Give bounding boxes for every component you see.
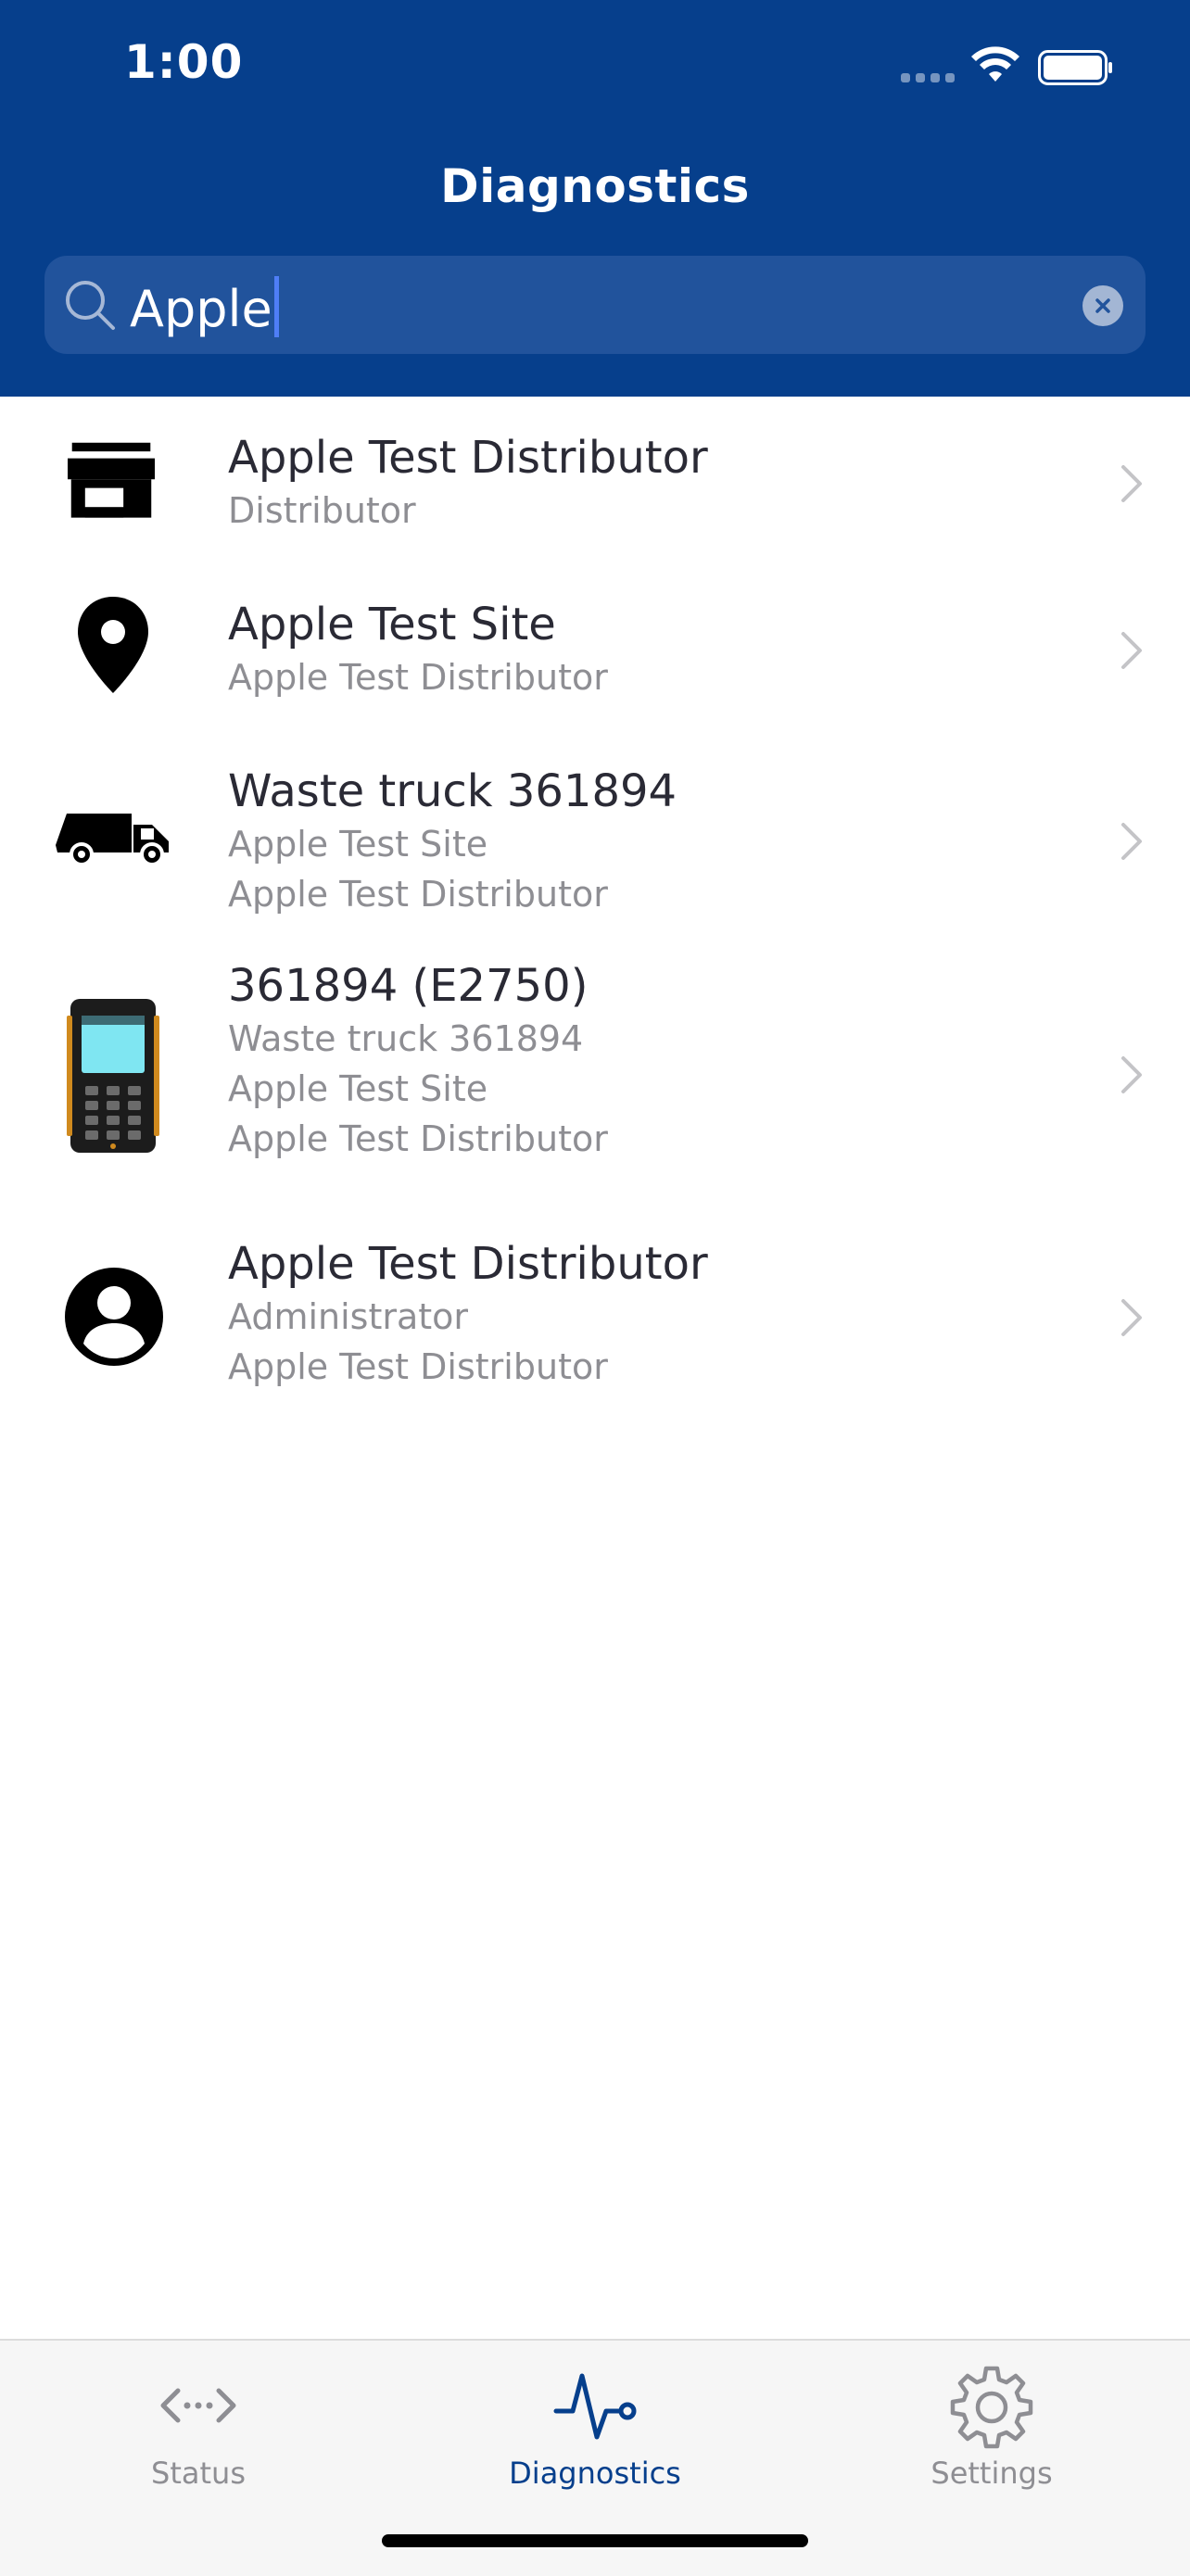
result-row-device[interactable]: 361894 (E2750) Waste truck 361894 Apple … [0,945,1190,1190]
status-time: 1:00 [124,35,244,89]
result-subtitle: Apple Test Site [228,824,488,865]
result-subtitle: Administrator [228,1296,469,1337]
home-indicator [382,2534,808,2547]
status-icon [160,2388,236,2423]
chevron-right-icon [1121,632,1142,669]
clear-search-button[interactable] [1082,285,1123,326]
gear-icon [950,2366,1033,2449]
location-pin-icon [78,597,148,693]
tab-label: Diagnostics [509,2456,681,2491]
app-header: 1:00 Diagnostics Apple [0,0,1190,397]
result-title: Apple Test Distributor [228,1238,708,1290]
clear-icon [1095,298,1110,313]
result-row-site[interactable]: Apple Test Site Apple Test Distributor [0,563,1190,730]
cellular-signal-icon [901,73,956,82]
result-subtitle: Apple Test Distributor [228,1118,608,1159]
chevron-right-icon [1121,1299,1142,1336]
search-input[interactable]: Apple [130,276,279,338]
tab-settings[interactable]: Settings [793,2341,1190,2517]
search-icon [66,281,115,330]
result-row-user[interactable]: Apple Test Distributor Administrator App… [0,1190,1190,1405]
tab-label: Settings [930,2456,1053,2491]
result-subtitle: Apple Test Distributor [228,874,608,915]
result-subtitle: Apple Test Distributor [228,657,608,698]
search-bar[interactable]: Apple [44,256,1146,354]
tab-label: Status [151,2456,246,2491]
result-subtitle: Apple Test Site [228,1068,488,1109]
chevron-right-icon [1121,823,1142,860]
result-row-distributor[interactable]: Apple Test Distributor Distributor [0,397,1190,563]
wifi-icon [971,46,1019,82]
storefront-icon [68,442,155,518]
result-title: Apple Test Site [228,599,556,650]
result-title: Apple Test Distributor [228,432,708,484]
chevron-right-icon [1121,1056,1142,1093]
user-account-icon [65,1268,163,1366]
result-subtitle: Distributor [228,490,416,531]
battery-icon [1038,50,1112,85]
tab-status[interactable]: Status [0,2341,397,2517]
result-title: 361894 (E2750) [228,960,589,1012]
result-subtitle: Apple Test Distributor [228,1346,608,1387]
text-caret [273,276,279,337]
chevron-right-icon [1121,465,1142,502]
result-subtitle: Waste truck 361894 [228,1018,584,1059]
waste-truck-icon [56,814,169,865]
handheld-device-icon [67,999,159,1153]
tab-diagnostics[interactable]: Diagnostics [397,2341,793,2517]
page-title: Diagnostics [440,159,750,213]
result-title: Waste truck 361894 [228,765,677,817]
search-input-text: Apple [130,280,272,338]
pulse-icon [553,2373,637,2440]
result-row-vehicle[interactable]: Waste truck 361894 Apple Test Site Apple… [0,730,1190,945]
